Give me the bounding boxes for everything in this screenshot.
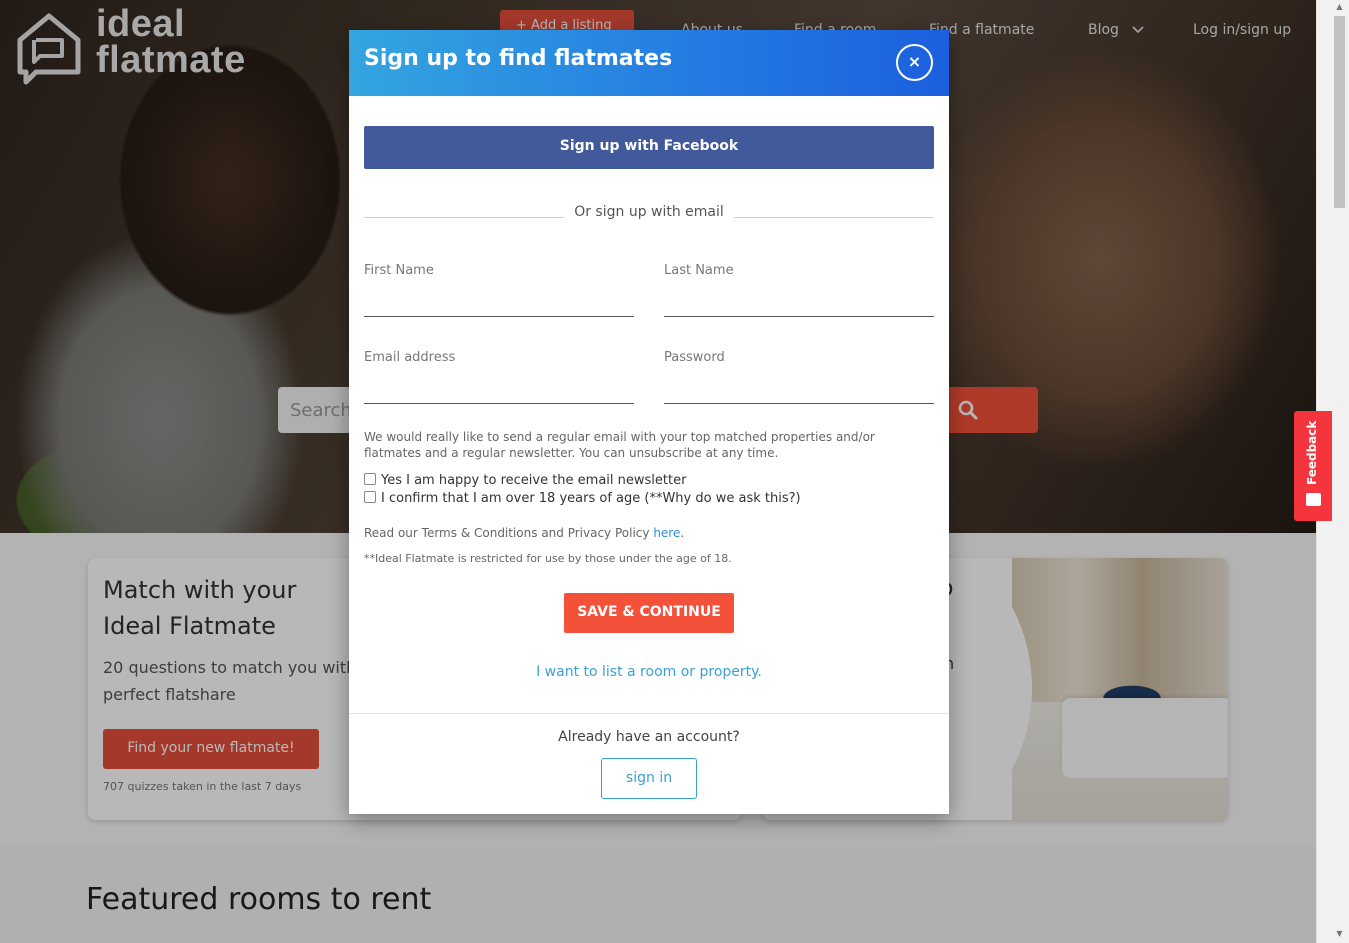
save-continue-button[interactable]: SAVE & CONTINUE [564,593,734,633]
age-checkbox-label: I confirm that I am over 18 years of age… [381,491,801,506]
email-label: Email address [364,350,456,365]
email-divider-label: Or sign up with email [564,204,734,220]
newsletter-checkbox-label: Yes I am happy to receive the email news… [381,473,687,488]
terms-here-link[interactable]: here [653,526,680,540]
scroll-thumb[interactable] [1334,16,1345,208]
newsletter-notice: We would really like to send a regular e… [364,430,875,460]
email-divider: Or sign up with email [349,204,949,220]
facebook-signup-button[interactable]: Sign up with Facebook [364,126,934,169]
feedback-label: Feedback [1305,420,1319,485]
modal-title: Sign up to find flatmates [364,46,673,71]
last-name-label: Last Name [664,263,734,278]
terms-text: Read our Terms & Conditions and Privacy … [364,526,654,540]
password-field: Password [664,350,934,406]
first-name-input[interactable] [364,285,634,317]
newsletter-checkbox[interactable] [364,473,376,485]
feedback-smile-icon [1306,493,1321,506]
scroll-up-arrow[interactable]: ▲ [1334,2,1345,14]
terms-line: Read our Terms & Conditions and Privacy … [364,526,685,540]
email-input[interactable] [364,372,634,404]
password-label: Password [664,350,725,365]
first-name-label: First Name [364,263,434,278]
age-checkbox-row[interactable]: I confirm that I am over 18 years of age… [364,491,801,506]
modal-footer-divider [349,713,949,714]
signup-modal: Sign up to find flatmates × Sign up with… [349,30,949,814]
feedback-tab[interactable]: Feedback [1294,411,1332,521]
sign-in-button[interactable]: sign in [601,758,697,799]
email-field: Email address [364,350,634,406]
last-name-field: Last Name [664,263,934,319]
close-icon[interactable]: × [896,44,933,81]
newsletter-checkbox-row[interactable]: Yes I am happy to receive the email news… [364,473,686,488]
password-input[interactable] [664,372,934,404]
already-account-text: Already have an account? [558,729,740,745]
age-restriction-note: **Ideal Flatmate is restricted for use b… [364,552,732,565]
age-checkbox[interactable] [364,491,376,503]
first-name-field: First Name [364,263,634,319]
last-name-input[interactable] [664,285,934,317]
scroll-down-arrow[interactable]: ▼ [1334,929,1345,941]
list-room-link[interactable]: I want to list a room or property. [349,664,949,680]
modal-header: Sign up to find flatmates × [349,30,949,96]
